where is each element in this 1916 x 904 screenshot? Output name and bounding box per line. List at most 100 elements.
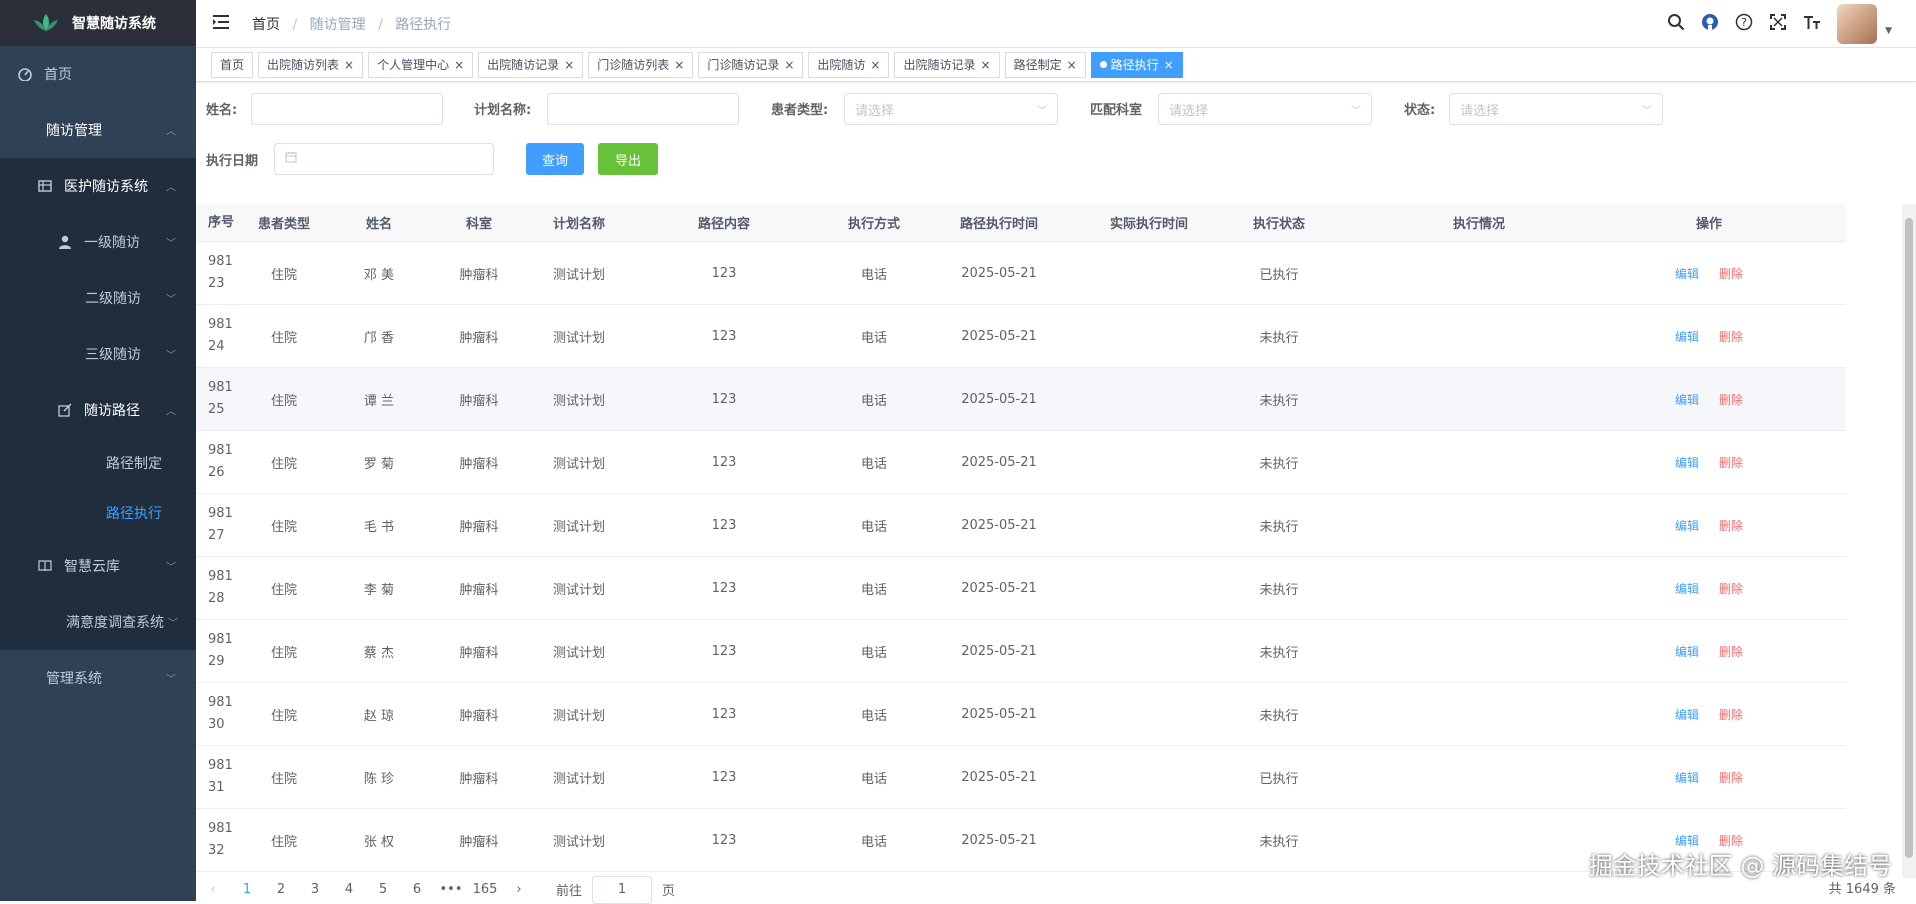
tag-home[interactable]: 首页: [211, 51, 254, 78]
sidebar-item-level2[interactable]: 二级随访 ﹀: [0, 270, 196, 326]
close-icon[interactable]: ×: [1067, 58, 1077, 72]
sidebar-item-path-define[interactable]: 路径制定: [0, 438, 196, 488]
delete-button[interactable]: 删除: [1719, 456, 1743, 470]
page-number[interactable]: 3: [298, 882, 332, 897]
delete-button[interactable]: 删除: [1719, 708, 1743, 722]
edit-button[interactable]: 编辑: [1675, 456, 1699, 470]
page-number[interactable]: 5: [366, 882, 400, 897]
export-button[interactable]: 导出: [598, 143, 658, 175]
table-row[interactable]: 981 29 住院蔡 杰肿瘤科 测试计划 123 电话 2025-05-21 未执行 编辑 删除: [196, 620, 1846, 683]
sidebar-toggle-icon[interactable]: [212, 14, 230, 34]
tag-item[interactable]: 门诊随访列表 ×: [588, 51, 694, 78]
cell-mode: 电话: [860, 834, 887, 850]
table-scrollbar[interactable]: [1902, 204, 1916, 878]
delete-button[interactable]: 删除: [1719, 582, 1743, 596]
sidebar-item-home[interactable]: 首页: [0, 46, 196, 102]
table-row[interactable]: 981 25 住院谭 兰肿瘤科 测试计划 123 电话 2025-05-21 未执行 编辑 删除: [196, 368, 1846, 431]
page-number[interactable]: 2: [264, 882, 298, 897]
app-logo[interactable]: 智慧随访系统: [0, 0, 196, 46]
close-icon[interactable]: ×: [1164, 58, 1174, 72]
page-number[interactable]: 1: [230, 882, 264, 897]
caret-down-icon[interactable]: ▼: [1885, 26, 1892, 36]
table-row[interactable]: 981 23 住院邓 美肿瘤科 测试计划 123 电话 2025-05-21 已执行 编辑 删除: [196, 242, 1846, 305]
tag-item[interactable]: 出院随访记录 ×: [478, 51, 584, 78]
scrollbar-thumb[interactable]: [1905, 218, 1913, 858]
delete-button[interactable]: 删除: [1719, 645, 1743, 659]
user-avatar[interactable]: [1837, 4, 1878, 44]
chevron-down-icon: ﹀: [1351, 105, 1361, 117]
sidebar-item-satisfaction[interactable]: 满意度调查系统 ﹀: [0, 594, 196, 650]
tag-active[interactable]: 路径执行 ×: [1090, 51, 1183, 78]
breadcrumb-home[interactable]: 首页: [252, 17, 280, 33]
close-icon[interactable]: ×: [454, 58, 464, 72]
cell-dept: 肿瘤科: [459, 267, 499, 283]
delete-button[interactable]: 删除: [1719, 393, 1743, 407]
table-row[interactable]: 981 28 住院李 菊肿瘤科 测试计划 123 电话 2025-05-21 未执行 编辑 删除: [196, 557, 1846, 620]
tag-label: 出院随访: [817, 58, 866, 72]
delete-button[interactable]: 删除: [1719, 771, 1743, 785]
tag-item[interactable]: 出院随访 ×: [808, 51, 890, 78]
edit-button[interactable]: 编辑: [1675, 519, 1699, 533]
table-row[interactable]: 981 27 住院毛 书肿瘤科 测试计划 123 电话 2025-05-21 未执行 编辑 删除: [196, 494, 1846, 557]
github-icon[interactable]: [1701, 13, 1719, 35]
name-input[interactable]: [251, 93, 443, 125]
sidebar-item-label: 随访路径: [84, 403, 140, 419]
sidebar-item-admin-system[interactable]: 管理系统 ﹀: [0, 650, 196, 706]
tag-item[interactable]: 出院随访列表 ×: [258, 51, 364, 78]
edit-button[interactable]: 编辑: [1675, 267, 1699, 281]
query-button[interactable]: 查询: [526, 143, 584, 175]
page-number[interactable]: 165: [468, 882, 502, 897]
page-number[interactable]: 6: [400, 882, 434, 897]
page-number[interactable]: 4: [332, 882, 366, 897]
tag-item[interactable]: 出院随访记录 ×: [894, 51, 1000, 78]
fullscreen-icon[interactable]: [1769, 13, 1787, 35]
sidebar-item-level1[interactable]: 一级随访 ﹀: [0, 214, 196, 270]
close-icon[interactable]: ×: [870, 58, 880, 72]
search-icon[interactable]: [1667, 13, 1685, 35]
edit-button[interactable]: 编辑: [1675, 393, 1699, 407]
table-row[interactable]: 981 26 住院罗 菊肿瘤科 测试计划 123 电话 2025-05-21 未执行 编辑 删除: [196, 431, 1846, 494]
close-icon[interactable]: ×: [784, 58, 794, 72]
delete-button[interactable]: 删除: [1719, 519, 1743, 533]
close-icon[interactable]: ×: [674, 58, 684, 72]
watermark: 掘金技术社区 @ 源码集结号: [1588, 852, 1892, 880]
next-page-icon[interactable]: ›: [502, 882, 536, 897]
tag-item[interactable]: 路径制定 ×: [1004, 51, 1086, 78]
tag-item[interactable]: 个人管理中心 ×: [368, 51, 474, 78]
patient-type-select[interactable]: 请选择 ﹀: [844, 93, 1058, 125]
table-row[interactable]: 981 30 住院赵 琼肿瘤科 测试计划 123 电话 2025-05-21 未执行 编辑 删除: [196, 683, 1846, 746]
goto-page-input[interactable]: 1: [592, 875, 653, 904]
sidebar-item-cloud-library[interactable]: 智慧云库 ﹀: [0, 538, 196, 594]
cell-content: 123: [711, 517, 737, 533]
cell-content: 123: [711, 769, 737, 785]
exec-date-picker[interactable]: [274, 143, 494, 175]
page-ellipsis[interactable]: •••: [434, 882, 468, 897]
tag-item[interactable]: 门诊随访记录 ×: [698, 51, 804, 78]
edit-button[interactable]: 编辑: [1675, 771, 1699, 785]
font-size-icon[interactable]: [1803, 13, 1821, 35]
edit-button[interactable]: 编辑: [1675, 708, 1699, 722]
prev-page-icon[interactable]: ‹: [196, 882, 230, 897]
status-select[interactable]: 请选择 ﹀: [1449, 93, 1663, 125]
delete-button[interactable]: 删除: [1719, 330, 1743, 344]
dept-select[interactable]: 请选择 ﹀: [1158, 93, 1372, 125]
edit-button[interactable]: 编辑: [1675, 330, 1699, 344]
sidebar-item-path-execute[interactable]: 路径执行: [0, 488, 196, 538]
cell-index: 981 28: [196, 566, 244, 610]
close-icon[interactable]: ×: [344, 58, 354, 72]
edit-button[interactable]: 编辑: [1675, 645, 1699, 659]
sidebar-item-followup-path[interactable]: 随访路径 ︿: [0, 382, 196, 438]
sidebar-item-level3[interactable]: 三级随访 ﹀: [0, 326, 196, 382]
edit-button[interactable]: 编辑: [1675, 582, 1699, 596]
delete-button[interactable]: 删除: [1719, 267, 1743, 281]
sidebar-item-medical-followup[interactable]: 医护随访系统 ︿: [0, 158, 196, 214]
chevron-down-icon: ﹀: [166, 562, 176, 574]
close-icon[interactable]: ×: [564, 58, 574, 72]
close-icon[interactable]: ×: [981, 58, 991, 72]
table-row[interactable]: 981 31 住院陈 珍肿瘤科 测试计划 123 电话 2025-05-21 已执行 编辑 删除: [196, 746, 1846, 809]
plan-name-input[interactable]: [547, 93, 739, 125]
help-icon[interactable]: ?: [1735, 13, 1753, 35]
table-row[interactable]: 981 24 住院邝 香肿瘤科 测试计划 123 电话 2025-05-21 未执行 编辑 删除: [196, 305, 1846, 368]
sidebar-item-followup-management[interactable]: 随访管理 ︿: [0, 102, 196, 158]
cell-actions: 编辑 删除: [1634, 580, 1784, 597]
